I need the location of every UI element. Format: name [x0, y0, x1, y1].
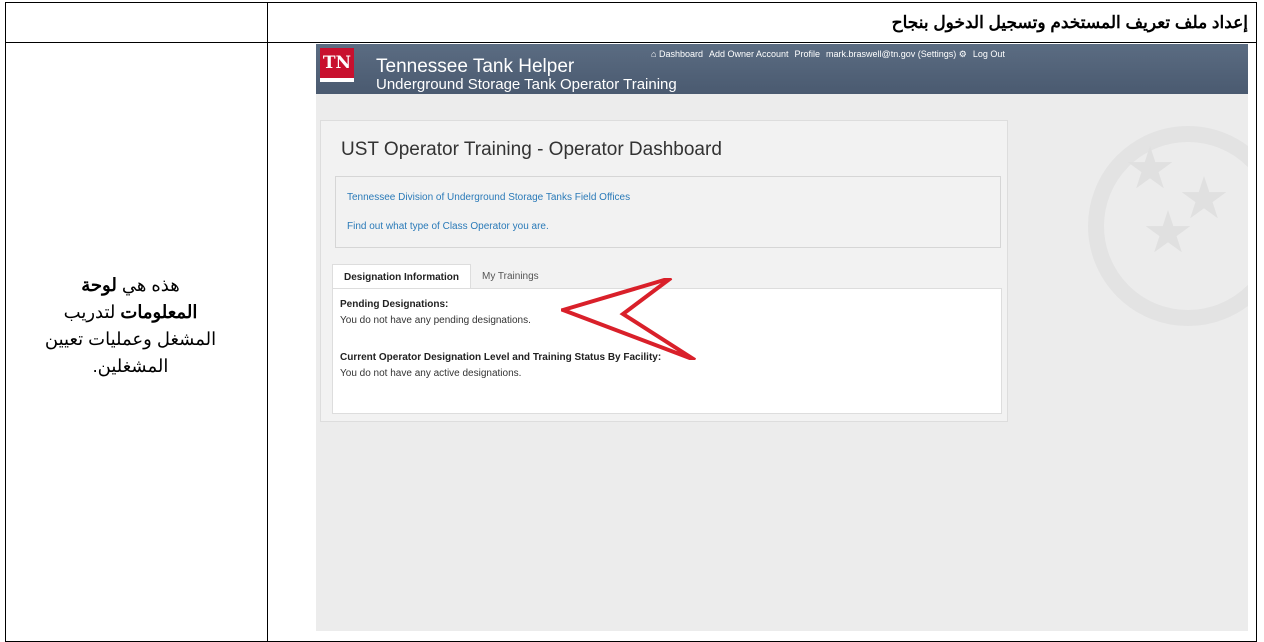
tab-my-trainings[interactable]: My Trainings — [471, 264, 550, 288]
link-field-offices[interactable]: Tennessee Division of Underground Storag… — [347, 192, 630, 203]
nav-dashboard[interactable]: ⌂ Dashboard — [651, 49, 703, 60]
document-heading: إعداد ملف تعريف المستخدم وتسجيل الدخول ب… — [891, 13, 1248, 32]
dashboard-panel: UST Operator Training - Operator Dashboa… — [320, 120, 1008, 422]
star-icon: ★ — [1142, 200, 1194, 265]
tab-bar: Designation Information My Trainings — [332, 264, 550, 288]
tab-designation-information[interactable]: Designation Information — [332, 264, 471, 288]
nav-logout[interactable]: Log Out — [973, 49, 1005, 60]
note-prefix: هذه هي — [116, 274, 180, 295]
tab-content: Pending Designations: You do not have an… — [332, 288, 1002, 414]
star-icon: ★ — [1124, 136, 1176, 201]
pending-designations-title: Pending Designations: — [340, 299, 449, 310]
table-column-divider — [267, 3, 268, 641]
app-title[interactable]: Tennessee Tank Helper — [376, 57, 574, 76]
nav-profile[interactable]: Profile — [795, 49, 821, 60]
current-designation-title: Current Operator Designation Level and T… — [340, 352, 662, 363]
nav-dashboard-label: Dashboard — [658, 49, 703, 59]
app-screenshot: ★ ★ ★ TN Tennessee Tank Helper Undergrou… — [316, 44, 1248, 631]
gear-icon: ⚙ — [958, 49, 967, 59]
links-box: Tennessee Division of Underground Storag… — [335, 176, 1001, 248]
current-designation-text: You do not have any active designations. — [340, 368, 522, 379]
app-subtitle: Underground Storage Tank Operator Traini… — [376, 76, 677, 93]
home-icon: ⌂ — [651, 49, 657, 59]
note-text: هذه هي لوحة المعلومات لتدريب المشغل وعمل… — [41, 272, 221, 380]
nav-user-label: mark.braswell@tn.gov (Settings) — [826, 49, 957, 59]
tn-logo[interactable]: TN — [320, 48, 354, 82]
nav-user-settings[interactable]: mark.braswell@tn.gov (Settings) ⚙ — [826, 49, 967, 60]
top-nav-links: ⌂ Dashboard Add Owner Account Profile ma… — [651, 49, 1005, 60]
top-navbar: TN Tennessee Tank Helper Underground Sto… — [316, 44, 1248, 94]
note-cell: هذه هي لوحة المعلومات لتدريب المشغل وعمل… — [0, 40, 261, 631]
nav-add-owner-account[interactable]: Add Owner Account — [709, 49, 789, 60]
pending-designations-text: You do not have any pending designations… — [340, 315, 531, 326]
link-class-operator[interactable]: Find out what type of Class Operator you… — [347, 221, 549, 232]
panel-title: UST Operator Training - Operator Dashboa… — [341, 139, 722, 160]
